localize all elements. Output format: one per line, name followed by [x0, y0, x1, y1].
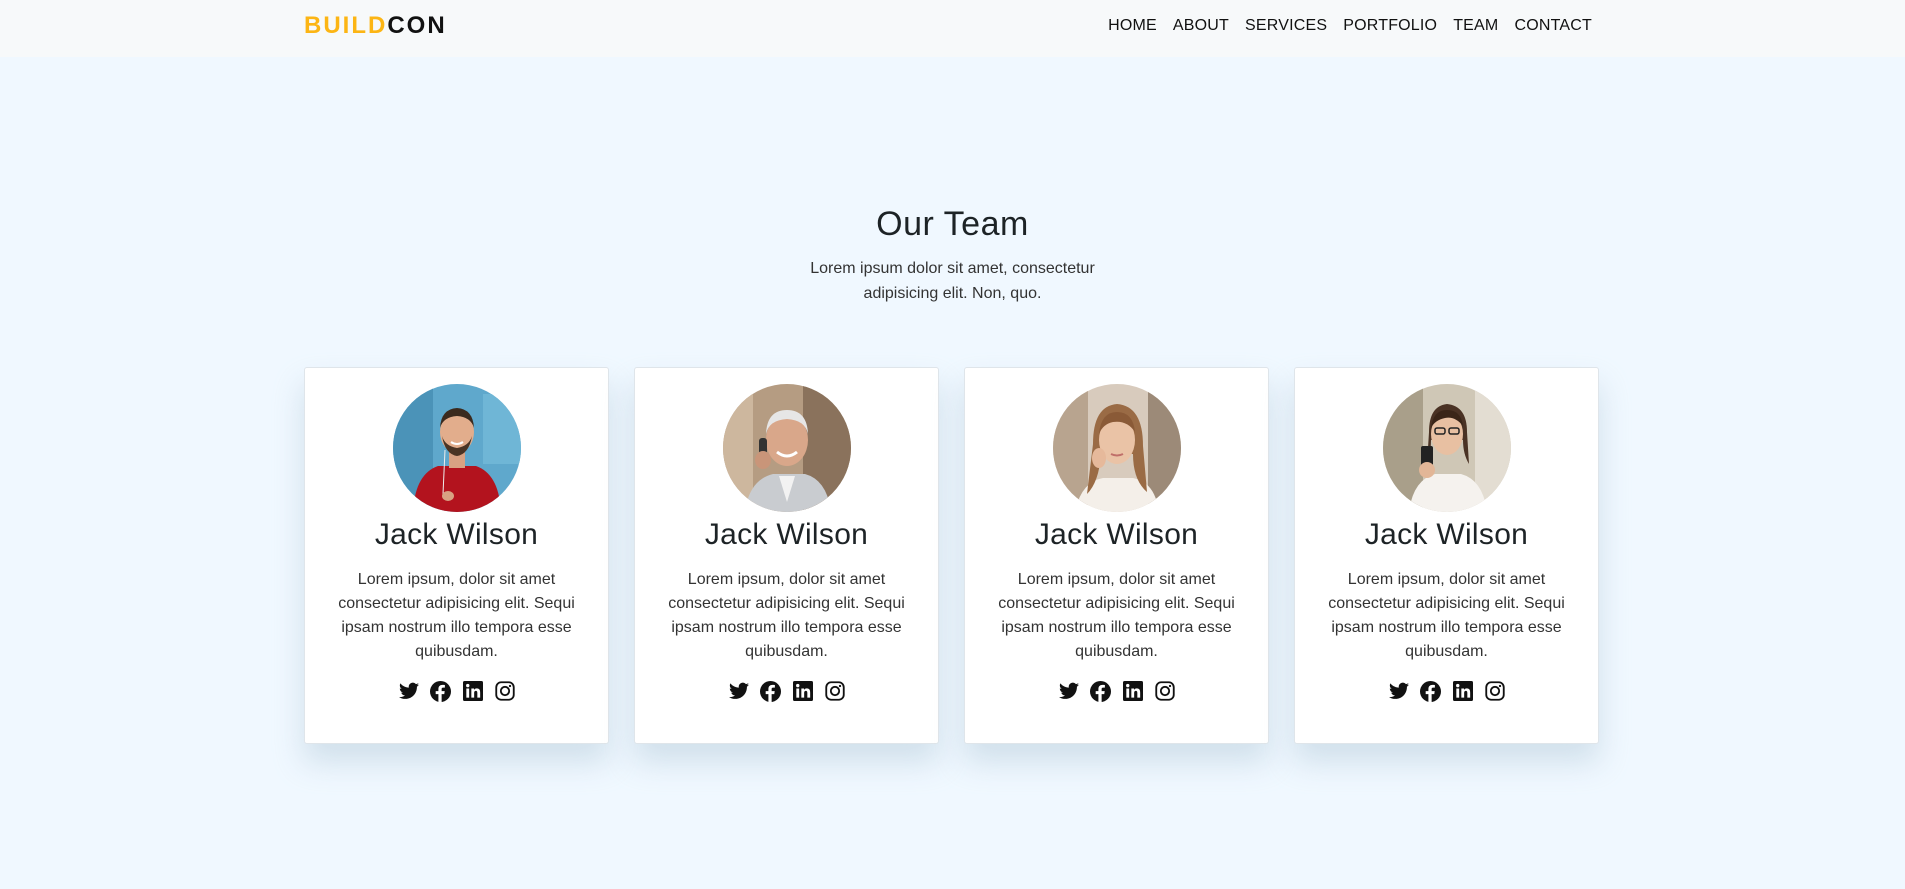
linkedin-icon[interactable] [1122, 680, 1144, 702]
member-name: Jack Wilson [704, 518, 869, 551]
instagram-icon[interactable] [1154, 680, 1176, 702]
nav-link-home[interactable]: HOME [1100, 17, 1165, 35]
twitter-icon[interactable] [1058, 680, 1080, 702]
nav-menu: HOME ABOUT SERVICES PORTFOLIO TEAM CONTA… [1100, 17, 1592, 35]
avatar [392, 384, 521, 512]
brand-part-con: CON [387, 12, 447, 39]
team-card: Jack Wilson Lorem ipsum, dolor sit amet … [634, 367, 939, 744]
instagram-icon[interactable] [1484, 680, 1506, 702]
nav-link-services[interactable]: SERVICES [1237, 17, 1335, 35]
brand-part-build: BUILD [304, 12, 388, 39]
facebook-icon[interactable] [430, 680, 452, 702]
section-subtitle: Lorem ipsum dolor sit amet, consectetur … [810, 260, 1095, 302]
brand-logo[interactable]: BUILD CON [304, 12, 447, 40]
nav-link-contact[interactable]: CONTACT [1506, 17, 1592, 35]
member-name: Jack Wilson [1034, 518, 1199, 551]
avatar [722, 384, 851, 512]
instagram-icon[interactable] [494, 680, 516, 702]
member-description: Lorem ipsum, dolor sit amet consectetur … [1328, 571, 1565, 660]
nav-link-team[interactable]: TEAM [1445, 17, 1506, 35]
twitter-icon[interactable] [398, 680, 420, 702]
avatar [1382, 384, 1511, 512]
team-card: Jack Wilson Lorem ipsum, dolor sit amet … [1294, 367, 1599, 744]
member-description: Lorem ipsum, dolor sit amet consectetur … [668, 571, 905, 660]
instagram-icon[interactable] [824, 680, 846, 702]
twitter-icon[interactable] [728, 680, 750, 702]
linkedin-icon[interactable] [792, 680, 814, 702]
member-name: Jack Wilson [374, 518, 539, 551]
social-links [635, 680, 938, 702]
facebook-icon[interactable] [760, 680, 782, 702]
nav-link-about[interactable]: ABOUT [1165, 17, 1237, 35]
social-links [305, 680, 608, 702]
section-title: Our Team [876, 205, 1029, 243]
facebook-icon[interactable] [1090, 680, 1112, 702]
social-links [965, 680, 1268, 702]
team-section-header: Our Team Lorem ipsum dolor sit amet, con… [0, 205, 1905, 306]
member-description: Lorem ipsum, dolor sit amet consectetur … [998, 571, 1235, 660]
member-name: Jack Wilson [1364, 518, 1529, 551]
team-card: Jack Wilson Lorem ipsum, dolor sit amet … [964, 367, 1269, 744]
facebook-icon[interactable] [1420, 680, 1442, 702]
team-card: Jack Wilson Lorem ipsum, dolor sit amet … [304, 367, 609, 744]
team-cards: Jack Wilson Lorem ipsum, dolor sit amet … [304, 367, 1600, 744]
navbar-container: BUILD CON HOME ABOUT SERVICES PORTFOLIO T… [304, 0, 1592, 52]
twitter-icon[interactable] [1388, 680, 1410, 702]
social-links [1295, 680, 1598, 702]
member-description: Lorem ipsum, dolor sit amet consectetur … [338, 571, 575, 660]
navbar: BUILD CON HOME ABOUT SERVICES PORTFOLIO T… [0, 0, 1905, 57]
nav-link-portfolio[interactable]: PORTFOLIO [1335, 17, 1445, 35]
linkedin-icon[interactable] [462, 680, 484, 702]
avatar [1052, 384, 1181, 512]
linkedin-icon[interactable] [1452, 680, 1474, 702]
